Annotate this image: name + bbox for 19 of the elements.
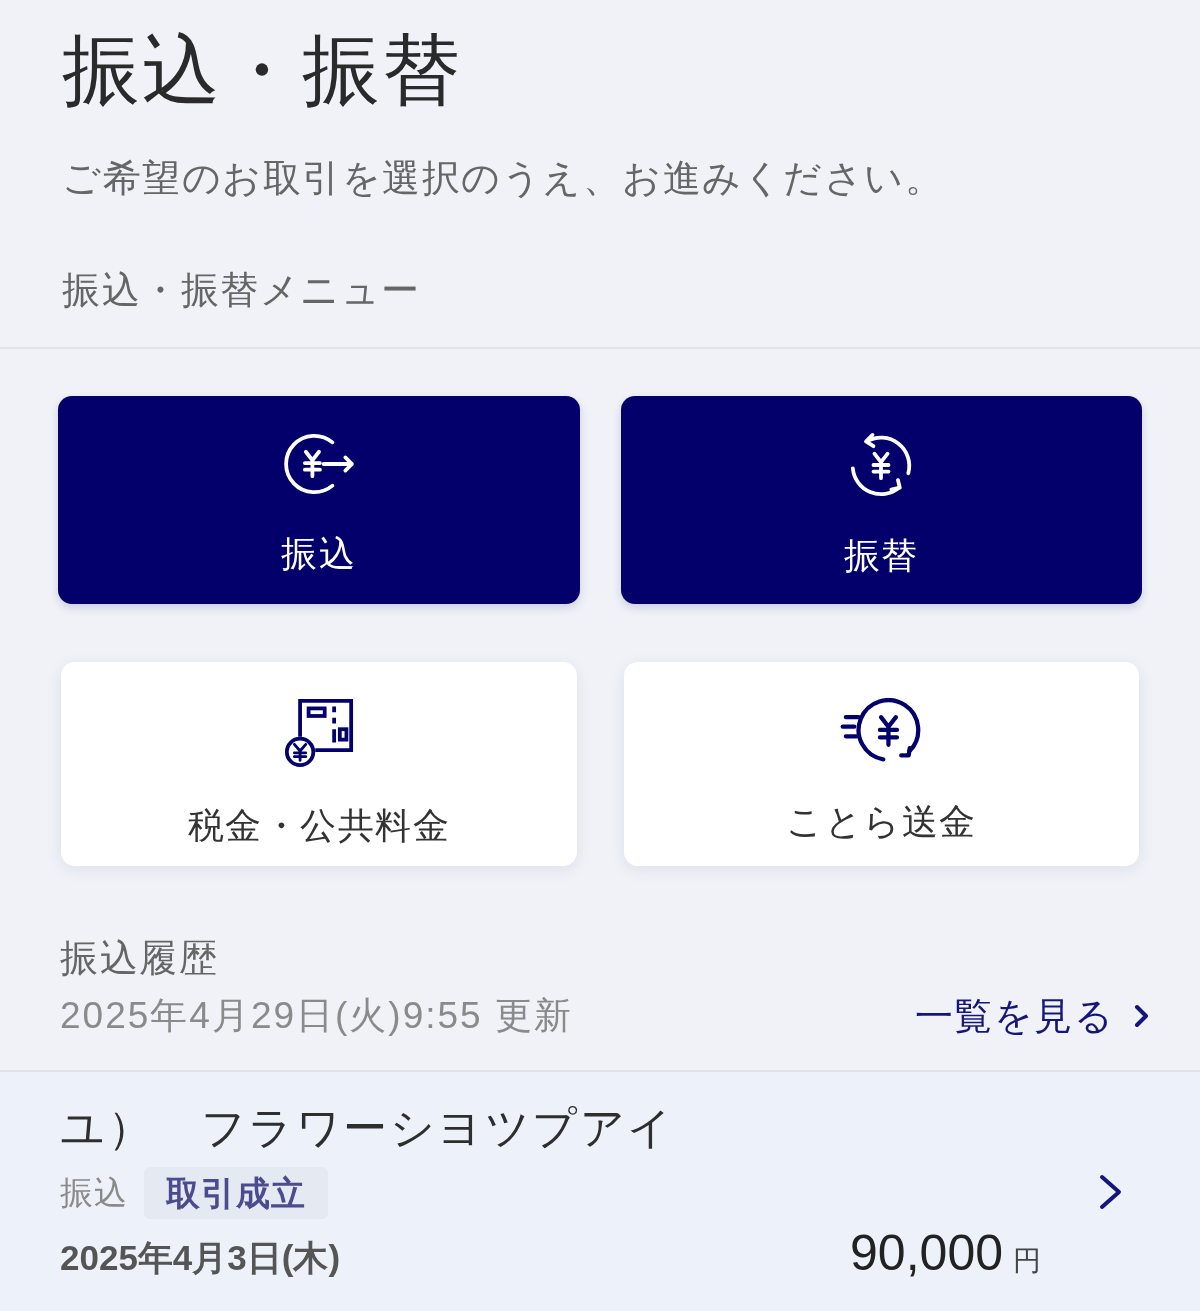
instruction-text: ご希望のお取引を選択のうえ、お進みください。	[62, 156, 945, 201]
update-time-text: 2025年4月29日(火)9:55 更新	[60, 994, 573, 1038]
page-title: 振込・振替	[62, 25, 463, 116]
menu-button[interactable]: 振替	[620, 396, 1142, 604]
section-heading: 振込・振替メニュー	[62, 268, 422, 313]
currency-unit: 円	[1013, 1244, 1041, 1278]
view-all-link[interactable]: 一覧を見る	[914, 992, 1150, 1040]
status-tag: 取引成立	[144, 1167, 328, 1219]
amount-text: 90,000	[850, 1225, 1003, 1281]
payee-name: ユ） フラワーシヨツプアイ	[60, 1102, 676, 1154]
menu-button[interactable]: ことら送金	[623, 662, 1139, 866]
menu-button[interactable]: 税金・公共料金	[61, 662, 577, 866]
section-heading: 振込履歴	[60, 936, 219, 981]
chevron-right-icon	[1134, 1003, 1150, 1029]
transaction-type: 振込	[60, 1172, 128, 1213]
yen-circle-arrow-icon	[281, 432, 356, 496]
yen-cycle-icon	[849, 432, 914, 498]
transaction-date: 2025年4月3日(木)	[60, 1237, 341, 1279]
menu-button[interactable]: 振込	[58, 396, 580, 604]
